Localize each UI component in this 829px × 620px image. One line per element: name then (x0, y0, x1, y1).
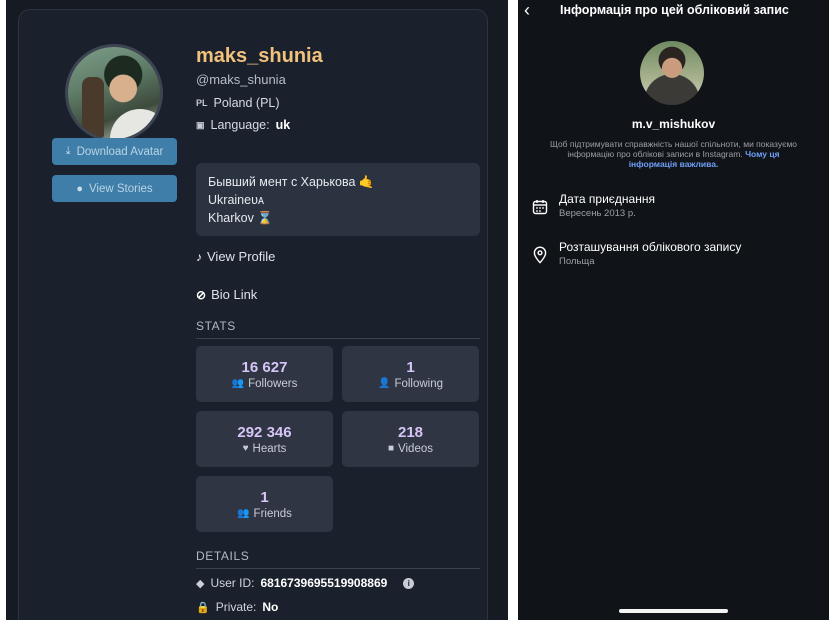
link-icon: ⊘ (196, 287, 207, 302)
account-avatar (640, 41, 704, 105)
friends-icon: 👥 (237, 508, 250, 519)
flag-icon: PL (196, 98, 208, 108)
stat-following: 1 👤 Following (342, 346, 479, 402)
profile-card: ⤓ Download Avatar ● View Stories maks_sh… (18, 9, 488, 620)
home-indicator[interactable] (619, 609, 728, 613)
stat-hearts: 292 346 ♥ Hearts (196, 411, 333, 467)
stat-followers: 16 627 👥 Followers (196, 346, 333, 402)
account-info-description: Щоб підтримувати справжність нашої спіль… (549, 139, 798, 169)
language-row: ▣ Language: uk (196, 118, 291, 132)
play-circle-icon: ● (76, 182, 83, 195)
join-date-item: Дата приєднання Вересень 2013 р. (531, 192, 655, 219)
bio-line: Ukraineᴜᴀ (208, 193, 265, 207)
instagram-account-info-panel: ‹ Інформація про цей обліковий запис m.v… (518, 0, 829, 620)
account-location-item: Розташування облікового запису Польща (531, 240, 741, 267)
video-icon: ■ (387, 443, 395, 454)
private-row: 🔒 Private: No (196, 600, 279, 614)
bio-box: Бывший мент с Харькова 🤙 Ukraineᴜᴀ Khark… (196, 163, 480, 236)
account-location-title: Розташування облікового запису (559, 240, 742, 254)
profile-avatar (65, 44, 163, 142)
account-location-value: Польща (559, 256, 595, 267)
view-profile-link[interactable]: ♪ View Profile (196, 249, 275, 264)
join-date-title: Дата приєднання (559, 192, 655, 206)
stats-heading: STATS (196, 319, 480, 339)
user-plus-icon: 👤 (377, 378, 391, 389)
view-stories-button[interactable]: ● View Stories (52, 175, 177, 202)
location-pin-icon (531, 246, 549, 264)
join-date-value: Вересень 2013 р. (559, 208, 636, 219)
details-heading: DETAILS (196, 549, 480, 569)
bio-link[interactable]: ⊘ Bio Link (196, 287, 257, 302)
page-title: Інформація про цей обліковий запис (560, 3, 789, 17)
back-arrow-icon[interactable]: ‹ (524, 0, 530, 21)
user-handle: @maks_shunia (196, 72, 286, 87)
calendar-icon (531, 198, 549, 216)
bio-line: Бывший мент с Харькова 🤙 (208, 175, 375, 189)
lock-icon: 🔒 (196, 601, 210, 614)
download-avatar-button[interactable]: ⤓ Download Avatar (52, 138, 177, 165)
download-icon: ⤓ (65, 145, 71, 157)
user-id-row: ◆ User ID: 6816739695519908869 i (196, 576, 415, 590)
stat-friends: 1 👥 Friends (196, 476, 333, 532)
info-icon[interactable]: i (403, 577, 415, 589)
fingerprint-icon: ◆ (196, 577, 205, 590)
users-icon: 👥 (231, 378, 245, 389)
tiktok-icon: ♪ (196, 249, 202, 264)
username: maks_shunia (196, 45, 323, 67)
tiktok-profile-panel: ⤓ Download Avatar ● View Stories maks_sh… (6, 0, 508, 620)
account-username: m.v_mishukov (631, 117, 716, 131)
stat-videos: 218 ■ Videos (342, 411, 479, 467)
heart-icon: ♥ (242, 443, 249, 454)
language-icon: ▣ (196, 119, 205, 130)
bio-line: Kharkov ⌛ (208, 211, 273, 225)
country-row: PL Poland (PL) (196, 96, 280, 110)
